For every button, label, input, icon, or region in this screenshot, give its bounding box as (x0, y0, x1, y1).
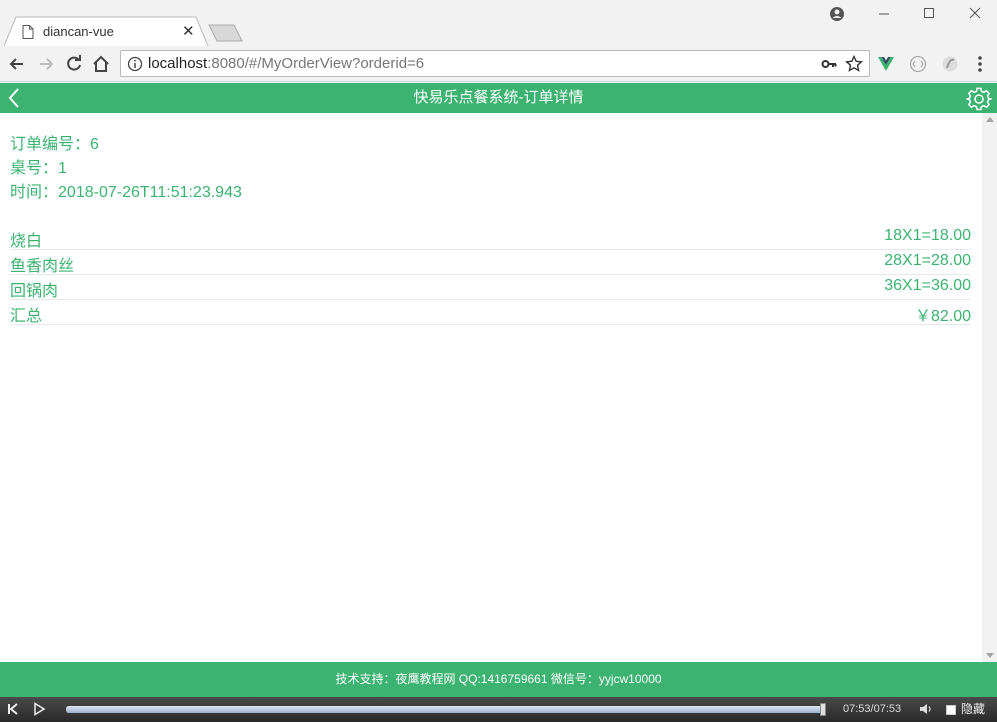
scroll-up-arrow-icon[interactable] (986, 117, 994, 122)
play-icon[interactable] (32, 702, 46, 716)
extension-icon[interactable] (908, 54, 928, 74)
item-name: 烧白 (10, 233, 43, 250)
browser-tab-bar: diancan-vue ✕ (0, 0, 997, 46)
order-number: 订单编号：6 (10, 135, 99, 155)
hide-checkbox[interactable] (946, 704, 956, 715)
vertical-scrollbar[interactable] (982, 113, 997, 662)
hide-label: 隐藏 (961, 702, 986, 716)
skip-back-icon[interactable] (6, 702, 20, 716)
item-name: 鱼香肉丝 (10, 258, 75, 275)
table-number-label: 桌号： (10, 160, 59, 177)
item-name: 回锅肉 (10, 283, 59, 300)
back-arrow-icon[interactable] (7, 54, 27, 74)
info-icon[interactable] (127, 56, 143, 72)
menu-dots-icon[interactable] (970, 54, 990, 74)
scroll-down-arrow-icon[interactable] (986, 653, 994, 658)
extension-2-icon[interactable] (940, 54, 960, 74)
progress-handle[interactable] (820, 703, 826, 716)
key-icon[interactable] (821, 56, 837, 72)
profile-icon[interactable] (826, 4, 848, 24)
order-time-label: 时间： (10, 184, 59, 201)
page-title: 快易乐点餐系统-订单详情 (413, 89, 584, 106)
reload-icon[interactable] (64, 54, 84, 74)
gear-icon[interactable] (966, 86, 992, 112)
tab-title: diancan-vue (43, 24, 114, 39)
browser-toolbar: localhost:8080/#/MyOrderView?orderid=6 (0, 46, 997, 82)
close-tab-icon[interactable]: ✕ (182, 24, 195, 39)
home-icon[interactable] (91, 54, 111, 74)
forward-arrow-icon[interactable] (36, 54, 56, 74)
volume-icon[interactable] (919, 702, 933, 716)
item-price: 18X1=18.00 (884, 227, 971, 244)
app-footer: 技术支持：夜鹰教程网 QQ:1416759661 微信号：yyjcw10000 (0, 662, 997, 697)
table-number: 桌号：1 (10, 159, 67, 179)
order-time-value: 2018-07-26T11:51:23.943 (58, 184, 242, 201)
list-item: 回锅肉 36X1=36.00 (10, 275, 971, 300)
table-number-value: 1 (58, 160, 67, 177)
bookmark-star-icon[interactable] (845, 55, 863, 73)
app-header: 快易乐点餐系统-订单详情 (0, 83, 997, 113)
order-detail-content: 订单编号：6 桌号：1 时间：2018-07-26T11:51:23.943 烧… (0, 113, 982, 662)
total-label: 汇总 (10, 308, 43, 325)
document-icon (22, 24, 34, 39)
footer-text: 技术支持：夜鹰教程网 QQ:1416759661 微信号：yyjcw10000 (335, 672, 662, 686)
item-price: 28X1=28.00 (884, 252, 971, 269)
total-value: ￥82.00 (914, 308, 971, 325)
total-row: 汇总 ￥82.00 (10, 300, 971, 325)
video-player-bar: 07:53/07:53 隐藏 (0, 697, 997, 722)
item-price: 36X1=36.00 (884, 277, 971, 294)
url-host: localhost (148, 55, 208, 72)
order-time: 时间：2018-07-26T11:51:23.943 (10, 183, 242, 203)
address-bar[interactable]: localhost:8080/#/MyOrderView?orderid=6 (120, 50, 870, 77)
active-tab-content[interactable]: diancan-vue ✕ (14, 17, 200, 46)
new-tab-button[interactable] (208, 24, 244, 42)
url-path: :8080/#/MyOrderView?orderid=6 (207, 55, 425, 72)
list-item: 烧白 18X1=18.00 (10, 225, 971, 250)
progress-track[interactable] (66, 703, 826, 716)
vue-devtools-icon[interactable] (876, 54, 896, 74)
order-number-label: 订单编号： (10, 136, 91, 153)
hide-toggle[interactable]: 隐藏 (946, 697, 985, 722)
list-item: 鱼香肉丝 28X1=28.00 (10, 250, 971, 275)
back-chevron-icon[interactable] (6, 87, 22, 109)
playback-time: 07:53/07:53 (843, 703, 902, 715)
maximize-icon[interactable] (918, 4, 940, 24)
minimize-icon[interactable] (873, 4, 895, 24)
progress-fill (66, 706, 823, 713)
close-window-icon[interactable] (964, 4, 986, 24)
order-number-value: 6 (90, 136, 99, 153)
